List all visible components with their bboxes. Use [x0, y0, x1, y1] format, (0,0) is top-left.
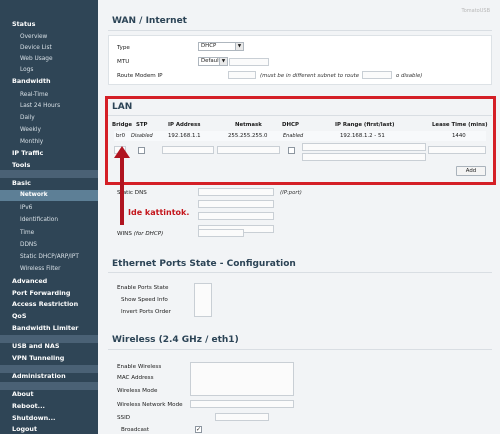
wireless-mode-label: Wireless Mode	[117, 388, 158, 394]
sidebar-separator	[0, 170, 98, 178]
sidebar-item-weekly[interactable]: Weekly	[0, 125, 98, 136]
wan-mtu-select[interactable]: Default ▼	[198, 57, 228, 66]
wan-type-label: Type	[117, 45, 130, 51]
wins-label-note: (for DHCP)	[133, 231, 164, 237]
sidebar-menu: Status Overview Device List Web Usage Logs Ba…	[0, 0, 98, 434]
sidebar-item-bandwidth[interactable]: Bandwidth	[0, 76, 98, 87]
wins-label: WINS (for DHCP)	[117, 231, 163, 237]
ports-enable-label: Enable Ports State	[117, 285, 169, 291]
wireless-netmode-label: Wireless Network Mode	[117, 402, 183, 408]
sidebar-item-reboot[interactable]: Reboot...	[0, 401, 98, 412]
sidebar-item-network[interactable]: Network	[0, 190, 98, 201]
wan-route-note-end: o disable)	[396, 73, 423, 79]
wireless-title-divider	[108, 349, 492, 350]
static-dns-field-2[interactable]	[198, 200, 274, 208]
sidebar-item-shutdown[interactable]: Shutdown...	[0, 413, 98, 424]
sidebar-item-real-time[interactable]: Real-Time	[0, 90, 98, 101]
static-dns-field-3[interactable]	[198, 212, 274, 220]
wireless-broadcast-label: Broadcast	[121, 427, 150, 433]
sidebar-item-identification[interactable]: Identification	[0, 215, 98, 226]
wan-mtu-field[interactable]	[229, 58, 269, 66]
wins-label-text: WINS	[117, 231, 132, 237]
sidebar-item-usb-and-nas[interactable]: USB and NAS	[0, 341, 98, 352]
static-dns-note: (IP:port)	[280, 190, 302, 196]
wan-mtu-label: MTU	[117, 59, 130, 65]
ports-options-box[interactable]	[194, 283, 212, 317]
wan-route-checkbox-field[interactable]	[228, 71, 256, 79]
sidebar-item-about[interactable]: About	[0, 389, 98, 400]
wireless-ssid-label: SSID	[117, 415, 131, 421]
sidebar-item-access-restriction[interactable]: Access Restriction	[0, 299, 98, 310]
sidebar-item-basic[interactable]: Basic	[0, 178, 98, 189]
wan-type-value: DHCP	[201, 43, 217, 49]
sidebar-item-advanced[interactable]: Advanced	[0, 276, 98, 287]
sidebar-item-static-dhcp-arp-ipt[interactable]: Static DHCP/ARP/IPT	[0, 252, 98, 263]
sidebar-item-last-24-hours[interactable]: Last 24 Hours	[0, 101, 98, 112]
sidebar-item-wireless-filter[interactable]: Wireless Filter	[0, 264, 98, 275]
wireless-netmode-field[interactable]	[190, 400, 294, 408]
ports-title-divider	[108, 272, 492, 273]
wireless-ssid-field[interactable]	[215, 413, 269, 421]
sidebar-item-logout[interactable]: Logout	[0, 424, 98, 434]
wan-title-divider	[108, 30, 492, 31]
sidebar-item-overview[interactable]: Overview	[0, 32, 98, 43]
sidebar-item-ddns[interactable]: DDNS	[0, 240, 98, 251]
sidebar-item-device-list[interactable]: Device List	[0, 43, 98, 54]
ports-invert-label: Invert Ports Order	[121, 309, 171, 315]
sidebar-item-tools[interactable]: Tools	[0, 160, 98, 171]
sidebar-item-qos[interactable]: QoS	[0, 311, 98, 322]
sidebar-item-vpn-tunneling[interactable]: VPN Tunneling	[0, 353, 98, 364]
sidebar-item-ip-traffic[interactable]: IP Traffic	[0, 148, 98, 159]
wan-mtu-value: Default	[201, 58, 221, 64]
sidebar-item-ipv6[interactable]: IPv6	[0, 203, 98, 214]
wan-route-label: Route Modem IP	[117, 73, 163, 79]
router-brand-label: TomatoUSB	[461, 8, 490, 14]
wan-route-note: (must be in different subnet to route	[260, 73, 360, 79]
ports-speed-label: Show Speed Info	[121, 297, 168, 303]
sidebar-item-port-forwarding[interactable]: Port Forwarding	[0, 288, 98, 299]
static-dns-field-1[interactable]	[198, 188, 274, 196]
sidebar-item-logs[interactable]: Logs	[0, 65, 98, 76]
annotation-text: Ide kattintok.	[128, 208, 190, 217]
wireless-mac-label: MAC Address	[117, 375, 154, 381]
wan-route-field[interactable]	[362, 71, 392, 79]
sidebar-item-web-usage[interactable]: Web Usage	[0, 54, 98, 65]
wireless-enable-label: Enable Wireless	[117, 364, 162, 370]
chevron-down-icon: ▼	[235, 43, 243, 50]
sidebar-item-monthly[interactable]: Monthly	[0, 137, 98, 148]
wan-section-title: WAN / Internet	[112, 16, 187, 26]
wan-type-select[interactable]: DHCP ▼	[198, 42, 244, 51]
wireless-options-box[interactable]	[190, 362, 294, 396]
sidebar-item-daily[interactable]: Daily	[0, 113, 98, 124]
chevron-down-icon: ▼	[219, 58, 227, 65]
ports-section-title: Ethernet Ports State - Configuration	[112, 259, 296, 269]
wireless-broadcast-checkbox[interactable]: ✓	[195, 426, 202, 433]
sidebar-item-administration[interactable]: Administration	[0, 371, 98, 382]
sidebar-item-time[interactable]: Time	[0, 228, 98, 239]
annotation-arrow	[120, 155, 124, 225]
sidebar-item-bandwidth-limiter[interactable]: Bandwidth Limiter	[0, 323, 98, 334]
wins-field[interactable]	[198, 229, 244, 237]
wireless-section-title: Wireless (2.4 GHz / eth1)	[112, 335, 239, 345]
highlight-box	[105, 96, 496, 185]
sidebar-item-status[interactable]: Status	[0, 19, 98, 30]
